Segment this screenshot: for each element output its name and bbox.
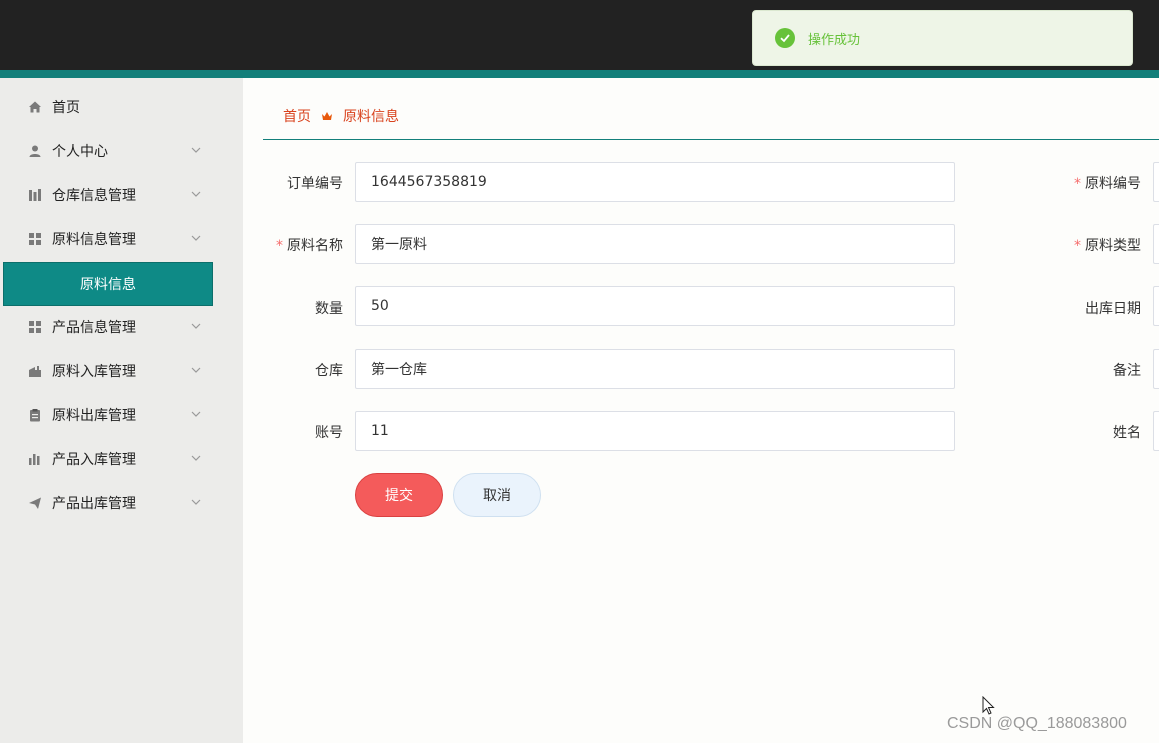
chevron-down-icon <box>191 367 201 373</box>
sidebar: 首页 个人中心 仓库信息管理 原料信息管理 原料信息 产品信息管理 原料入库管理… <box>0 78 243 743</box>
chevron-down-icon <box>191 323 201 329</box>
order-no-label: 订单编号 <box>287 176 343 192</box>
quantity-label: 数量 <box>315 301 343 317</box>
sidebar-item-home[interactable]: 首页 <box>0 85 243 129</box>
name-input[interactable] <box>1153 411 1159 451</box>
toast-message: 操作成功 <box>808 32 861 48</box>
material-type-label: * 原料类型 <box>1074 238 1141 254</box>
sidebar-subitem-material-info[interactable]: 原料信息 <box>3 262 213 306</box>
material-name-input[interactable]: 第一原料 <box>355 224 955 264</box>
chevron-down-icon <box>191 147 201 153</box>
chevron-down-icon <box>191 235 201 241</box>
breadcrumb: 首页 原料信息 <box>283 106 399 126</box>
user-icon <box>28 144 42 158</box>
clipboard-icon <box>28 408 42 422</box>
breadcrumb-home[interactable]: 首页 <box>283 106 311 126</box>
send-icon <box>28 496 42 510</box>
inbox-icon <box>28 364 42 378</box>
order-no-input[interactable]: 1644567358819 <box>355 162 955 202</box>
sidebar-item-label: 仓库信息管理 <box>52 188 136 204</box>
cancel-button[interactable]: 取消 <box>453 473 541 517</box>
grid-icon <box>28 320 42 334</box>
sidebar-item-warehouse-mgmt[interactable]: 仓库信息管理 <box>0 173 243 217</box>
sidebar-item-material-outbound[interactable]: 原料出库管理 <box>0 393 243 437</box>
mouse-cursor-icon <box>982 696 995 715</box>
crown-icon <box>322 112 332 120</box>
remark-input[interactable] <box>1153 349 1159 389</box>
submit-button[interactable]: 提交 <box>355 473 443 517</box>
sidebar-item-label: 个人中心 <box>52 144 108 160</box>
sidebar-item-product-mgmt[interactable]: 产品信息管理 <box>0 305 243 349</box>
material-name-label: * 原料名称 <box>276 238 343 254</box>
remark-label: 备注 <box>1113 363 1141 379</box>
sidebar-item-label: 原料信息管理 <box>52 232 136 248</box>
watermark: CSDN @QQ_188083800 <box>947 715 1127 732</box>
warehouse-input[interactable]: 第一仓库 <box>355 349 955 389</box>
account-label: 账号 <box>315 425 343 441</box>
header-accent-strip <box>0 70 1159 78</box>
chevron-down-icon <box>191 455 201 461</box>
sidebar-item-label: 产品信息管理 <box>52 320 136 336</box>
chevron-down-icon <box>191 191 201 197</box>
out-date-input[interactable] <box>1153 286 1159 326</box>
sidebar-item-personal-center[interactable]: 个人中心 <box>0 129 243 173</box>
material-code-input[interactable] <box>1153 162 1159 202</box>
material-type-select[interactable] <box>1153 224 1159 264</box>
sidebar-item-label: 首页 <box>52 100 80 116</box>
warehouse-icon <box>28 188 42 202</box>
sidebar-item-label: 产品入库管理 <box>52 452 136 468</box>
sidebar-item-product-inbound[interactable]: 产品入库管理 <box>0 437 243 481</box>
check-circle-icon <box>775 28 795 48</box>
chevron-down-icon <box>191 499 201 505</box>
quantity-input[interactable]: 50 <box>355 286 955 326</box>
sidebar-item-material-inbound[interactable]: 原料入库管理 <box>0 349 243 393</box>
success-toast: 操作成功 <box>752 10 1133 66</box>
account-input[interactable]: 11 <box>355 411 955 451</box>
name-label: 姓名 <box>1113 425 1141 441</box>
breadcrumb-current: 原料信息 <box>343 109 399 125</box>
bar-chart-icon <box>28 452 42 466</box>
warehouse-label: 仓库 <box>315 363 343 379</box>
home-icon <box>28 100 42 114</box>
grid-icon <box>28 232 42 246</box>
material-code-label: * 原料编号 <box>1074 176 1141 192</box>
breadcrumb-divider <box>263 139 1159 140</box>
main-content: 首页 原料信息 订单编号 1644567358819 * 原料名称 第一原料 数量… <box>243 78 1159 743</box>
sidebar-item-label: 产品出库管理 <box>52 496 136 512</box>
sidebar-item-product-outbound[interactable]: 产品出库管理 <box>0 481 243 525</box>
chevron-down-icon <box>191 411 201 417</box>
sidebar-item-material-mgmt[interactable]: 原料信息管理 <box>0 217 243 261</box>
sidebar-item-label: 原料出库管理 <box>52 408 136 424</box>
sidebar-item-label: 原料入库管理 <box>52 364 136 380</box>
out-date-label: 出库日期 <box>1085 301 1141 317</box>
